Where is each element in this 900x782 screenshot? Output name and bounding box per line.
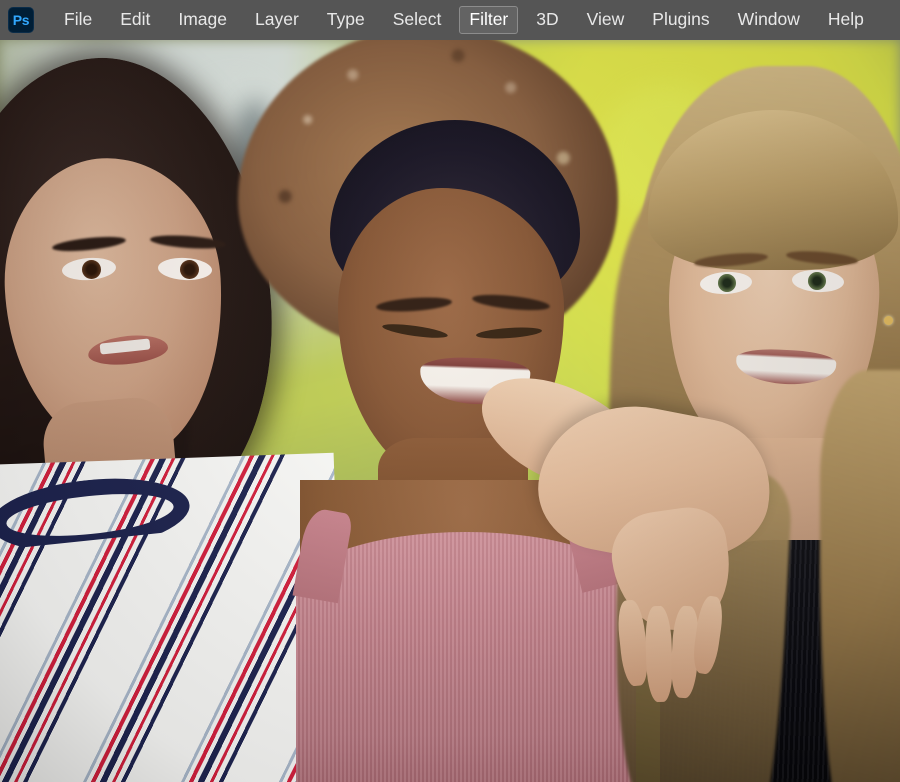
right-earring-icon bbox=[884, 316, 893, 325]
menu-item-file[interactable]: File bbox=[54, 6, 102, 34]
menu-item-help[interactable]: Help bbox=[818, 6, 874, 34]
right-iris bbox=[718, 274, 736, 292]
menu-item-select[interactable]: Select bbox=[383, 6, 452, 34]
menu-item-window[interactable]: Window bbox=[728, 6, 810, 34]
left-iris bbox=[82, 260, 101, 279]
menu-item-layer[interactable]: Layer bbox=[245, 6, 309, 34]
menu-item-filter[interactable]: Filter bbox=[459, 6, 519, 34]
menu-item-plugins[interactable]: Plugins bbox=[642, 6, 719, 34]
photoshop-logo-icon[interactable]: Ps bbox=[8, 7, 34, 33]
menu-item-type[interactable]: Type bbox=[317, 6, 375, 34]
photoshop-window: Ps File Edit Image Layer Type Select Fil… bbox=[0, 0, 900, 782]
menu-item-edit[interactable]: Edit bbox=[110, 6, 160, 34]
right-hair-right-strand bbox=[820, 370, 900, 782]
menu-item-3d[interactable]: 3D bbox=[526, 6, 568, 34]
photo-three-women bbox=[0, 40, 900, 782]
menu-item-view[interactable]: View bbox=[577, 6, 635, 34]
image-canvas[interactable] bbox=[0, 40, 900, 782]
menu-item-image[interactable]: Image bbox=[168, 6, 237, 34]
menu-bar: Ps File Edit Image Layer Type Select Fil… bbox=[0, 0, 900, 40]
photoshop-logo-text: Ps bbox=[12, 12, 30, 28]
left-iris bbox=[180, 260, 199, 279]
right-iris bbox=[808, 272, 826, 290]
